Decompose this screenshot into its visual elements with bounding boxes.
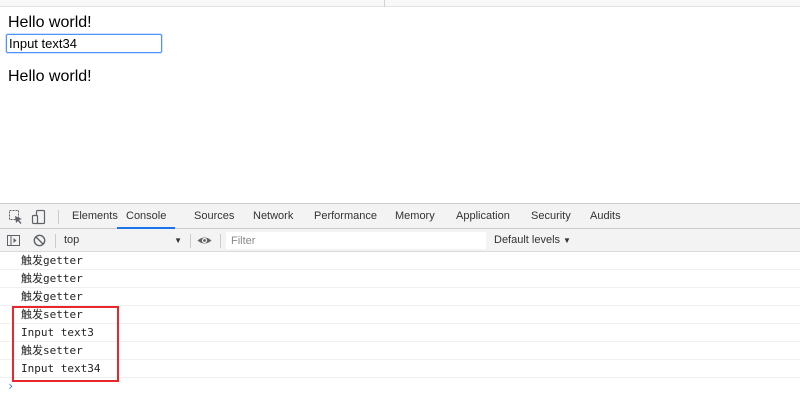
console-message: Input text3 [0,324,800,342]
top-strip [0,0,800,7]
devtools-panel: Elements Console Sources Network Perform… [0,203,800,406]
tab-performance[interactable]: Performance [314,204,377,228]
context-select-value: top [64,234,80,246]
context-select[interactable]: top ▼ [60,232,186,249]
chevron-down-icon: ▼ [563,236,571,245]
chevron-down-icon: ▼ [174,236,182,245]
highlight-box [12,306,119,382]
console-message: 触发getter [0,270,800,288]
toolbar-separator [190,234,191,248]
devtools-tabbar: Elements Console Sources Network Perform… [0,204,800,229]
sidebar-toggle-icon[interactable] [6,233,21,248]
console-message: 触发setter [0,342,800,360]
toolbar-separator [55,234,56,248]
tab-security[interactable]: Security [531,204,571,228]
tab-audits[interactable]: Audits [590,204,621,228]
tab-network[interactable]: Network [253,204,293,228]
console-message: 触发getter [0,252,800,270]
page-heading-bottom: Hello world! [8,68,92,85]
tab-sources[interactable]: Sources [194,204,234,228]
eye-icon[interactable] [196,233,213,248]
toolbar-separator [58,210,59,224]
tab-memory[interactable]: Memory [395,204,435,228]
page-heading-top: Hello world! [8,14,92,31]
tab-application[interactable]: Application [456,204,510,228]
text-input[interactable] [6,34,162,53]
tab-elements[interactable]: Elements [72,204,118,228]
console-messages: 触发getter 触发getter 触发getter 触发setter Inpu… [0,252,800,406]
console-message: 触发getter [0,288,800,306]
console-message: Input text34 [0,360,800,378]
log-levels-label: Default levels [494,234,561,246]
tab-console[interactable]: Console [117,204,176,229]
filter-input[interactable] [226,232,486,249]
console-message: 触发setter [0,306,800,324]
inspect-element-icon[interactable] [8,209,24,225]
page-viewport: Hello world! Hello world! [0,0,800,203]
clear-console-icon[interactable] [32,233,47,248]
device-toolbar-icon[interactable] [31,209,47,225]
console-toolbar: top ▼ Default levels▼ [0,229,800,252]
log-levels-dropdown[interactable]: Default levels ▼ [494,232,571,249]
toolbar-separator [220,234,221,248]
